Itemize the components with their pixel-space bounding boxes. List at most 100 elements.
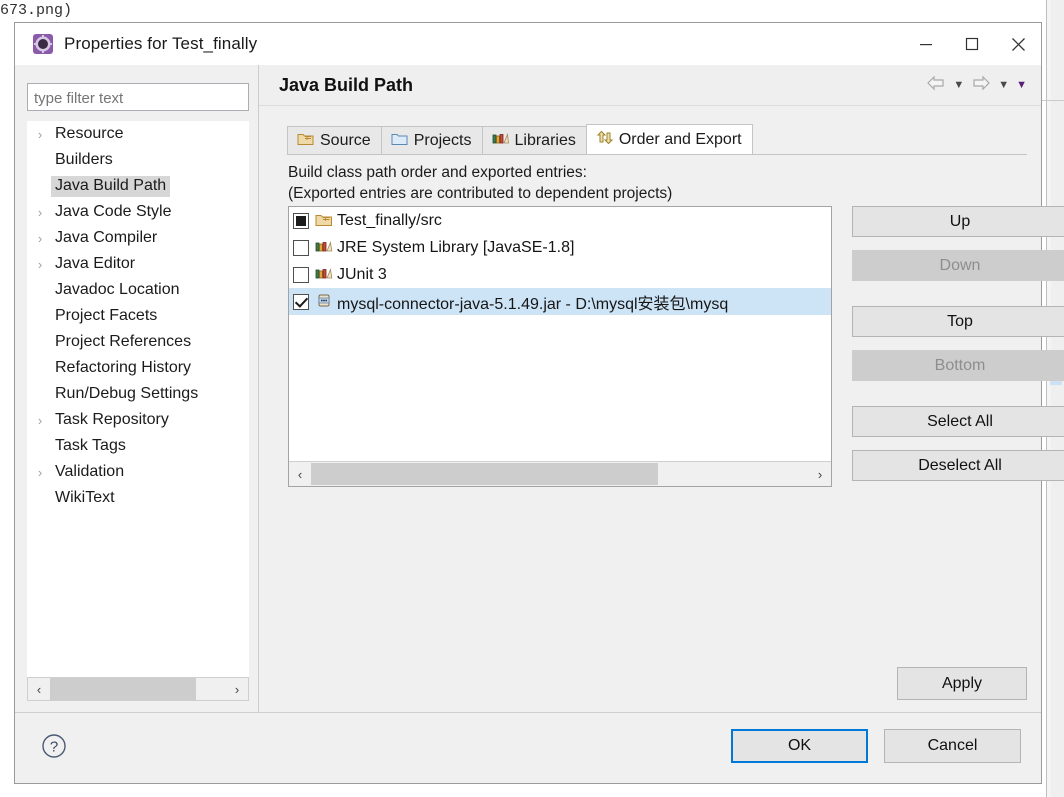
sidebar-item-label: Project Facets: [55, 306, 158, 324]
help-icon[interactable]: ?: [41, 733, 67, 759]
page-content: Source Projects Libraries Order and Expo…: [259, 106, 1064, 783]
page-menu-caret-icon[interactable]: ▼: [1016, 79, 1027, 91]
source-folder-icon: [315, 212, 334, 229]
list-item[interactable]: JUnit 3: [289, 261, 831, 288]
tab-order-and-export[interactable]: Order and Export: [585, 124, 753, 155]
chevron-right-icon[interactable]: ›: [29, 413, 51, 428]
forward-arrow-icon[interactable]: [971, 75, 991, 96]
sidebar-item-java-build-path[interactable]: Java Build Path: [27, 173, 249, 199]
scroll-left-icon[interactable]: ‹: [289, 467, 311, 482]
sidebar-item-builders[interactable]: Builders: [27, 147, 249, 173]
tab-label: Projects: [413, 132, 472, 149]
list-item[interactable]: Test_finally/src: [289, 207, 831, 234]
apply-button[interactable]: Apply: [897, 667, 1027, 700]
chevron-right-icon[interactable]: ›: [29, 257, 51, 272]
sidebar-item-java-editor[interactable]: › Java Editor: [27, 251, 249, 277]
scroll-thumb[interactable]: [311, 463, 658, 485]
classpath-entries-list[interactable]: Test_finally/src JRE System Library [Jav…: [288, 206, 832, 487]
cancel-button[interactable]: Cancel: [884, 729, 1021, 763]
sidebar-item-javadoc-location[interactable]: Javadoc Location: [27, 277, 249, 303]
page-pane: Java Build Path ▼ ▼ ▼ Source Projects Li…: [258, 65, 1064, 783]
ok-button[interactable]: OK: [731, 729, 868, 763]
select-all-button[interactable]: Select All: [852, 406, 1064, 437]
list-rows: Test_finally/src JRE System Library [Jav…: [289, 207, 831, 315]
entry-checkbox[interactable]: [293, 212, 309, 229]
dialog-footer: ? OK Cancel: [15, 712, 1041, 783]
sidebar-item-label: WikiText: [55, 488, 115, 506]
list-horizontal-scrollbar[interactable]: ‹ ›: [289, 461, 831, 486]
entry-checkbox[interactable]: [293, 266, 309, 283]
scroll-thumb[interactable]: [50, 678, 196, 700]
scroll-track[interactable]: [311, 463, 809, 485]
settings-tree[interactable]: › Resource Builders Java Build Path › Ja…: [27, 121, 249, 677]
build-path-tabs: Source Projects Libraries Order and Expo…: [287, 124, 1027, 155]
maximize-icon[interactable]: [949, 23, 995, 65]
sidebar-item-label: Javadoc Location: [55, 280, 180, 298]
sidebar-item-wikitext[interactable]: WikiText: [27, 485, 249, 511]
sidebar-item-refactoring-history[interactable]: Refactoring History: [27, 355, 249, 381]
forward-history-caret-icon[interactable]: ▼: [998, 79, 1009, 91]
chevron-right-icon[interactable]: ›: [29, 231, 51, 246]
sidebar-item-label: Java Editor: [55, 254, 136, 272]
order-buttons: Up Down Top Bottom Select All Deselect A…: [852, 206, 1064, 481]
sidebar-item-project-references[interactable]: Project References: [27, 329, 249, 355]
dialog-titlebar[interactable]: Properties for Test_finally: [15, 23, 1041, 65]
chevron-right-icon[interactable]: ›: [29, 465, 51, 480]
sidebar-item-task-repository[interactable]: › Task Repository: [27, 407, 249, 433]
list-item[interactable]: mysql-connector-java-5.1.49.jar - D:\mys…: [289, 288, 831, 315]
tab-label: Libraries: [514, 132, 576, 149]
sidebar-item-validation[interactable]: › Validation: [27, 459, 249, 485]
settings-tree-pane: › Resource Builders Java Build Path › Ja…: [27, 83, 249, 701]
entry-label: mysql-connector-java-5.1.49.jar - D:\mys…: [337, 295, 729, 313]
page-title: Java Build Path: [279, 74, 414, 95]
tab-libraries[interactable]: Libraries: [481, 126, 587, 155]
tree-horizontal-scrollbar[interactable]: ‹ ›: [27, 677, 249, 701]
chevron-right-icon[interactable]: ›: [29, 205, 51, 220]
entry-label: Test_finally/src: [337, 211, 442, 229]
tabs-underline: [287, 154, 1027, 155]
down-button[interactable]: Down: [852, 250, 1064, 281]
back-arrow-icon[interactable]: [926, 75, 946, 96]
scroll-right-icon[interactable]: ›: [809, 467, 831, 482]
jar-icon: [315, 293, 334, 310]
deselect-all-button[interactable]: Deselect All: [852, 450, 1064, 481]
dialog-title: Properties for Test_finally: [64, 34, 258, 53]
sidebar-item-task-tags[interactable]: Task Tags: [27, 433, 249, 459]
bottom-button[interactable]: Bottom: [852, 350, 1064, 381]
tab-source[interactable]: Source: [287, 126, 382, 155]
scroll-right-icon[interactable]: ›: [226, 682, 248, 697]
minimize-icon[interactable]: [903, 23, 949, 65]
scroll-track[interactable]: [50, 678, 226, 700]
entry-checkbox[interactable]: [293, 239, 309, 256]
entry-checkbox[interactable]: [293, 293, 309, 310]
chevron-right-icon[interactable]: ›: [29, 127, 51, 142]
svg-text:?: ?: [50, 739, 58, 756]
top-button[interactable]: Top: [852, 306, 1064, 337]
footer-buttons: OK Cancel: [731, 729, 1021, 763]
search-input[interactable]: [27, 83, 249, 111]
page-description: Build class path order and exported entr…: [288, 162, 672, 204]
sidebar-item-label: Task Repository: [55, 410, 169, 428]
sidebar-item-label: Validation: [55, 462, 125, 480]
entry-label: JUnit 3: [337, 265, 387, 283]
sidebar-item-project-facets[interactable]: Project Facets: [27, 303, 249, 329]
eclipse-icon: [32, 33, 54, 55]
sidebar-item-run-debug-settings[interactable]: Run/Debug Settings: [27, 381, 249, 407]
sidebar-item-label: Java Build Path: [51, 175, 171, 197]
back-history-caret-icon[interactable]: ▼: [953, 79, 964, 91]
tab-projects[interactable]: Projects: [380, 126, 483, 155]
close-icon[interactable]: [995, 23, 1041, 65]
sidebar-item-label: Refactoring History: [55, 358, 192, 376]
background-divider: [1040, 100, 1064, 101]
page-navigation: ▼ ▼ ▼: [926, 65, 1027, 105]
scroll-left-icon[interactable]: ‹: [28, 682, 50, 697]
sidebar-item-label: Java Compiler: [55, 228, 158, 246]
dialog-body: › Resource Builders Java Build Path › Ja…: [15, 65, 1064, 783]
sidebar-item-java-code-style[interactable]: › Java Code Style: [27, 199, 249, 225]
sidebar-item-resource[interactable]: › Resource: [27, 121, 249, 147]
tab-label: Source: [320, 132, 371, 149]
up-button[interactable]: Up: [852, 206, 1064, 237]
sidebar-item-java-compiler[interactable]: › Java Compiler: [27, 225, 249, 251]
libraries-books-icon: [315, 266, 334, 283]
list-item[interactable]: JRE System Library [JavaSE-1.8]: [289, 234, 831, 261]
